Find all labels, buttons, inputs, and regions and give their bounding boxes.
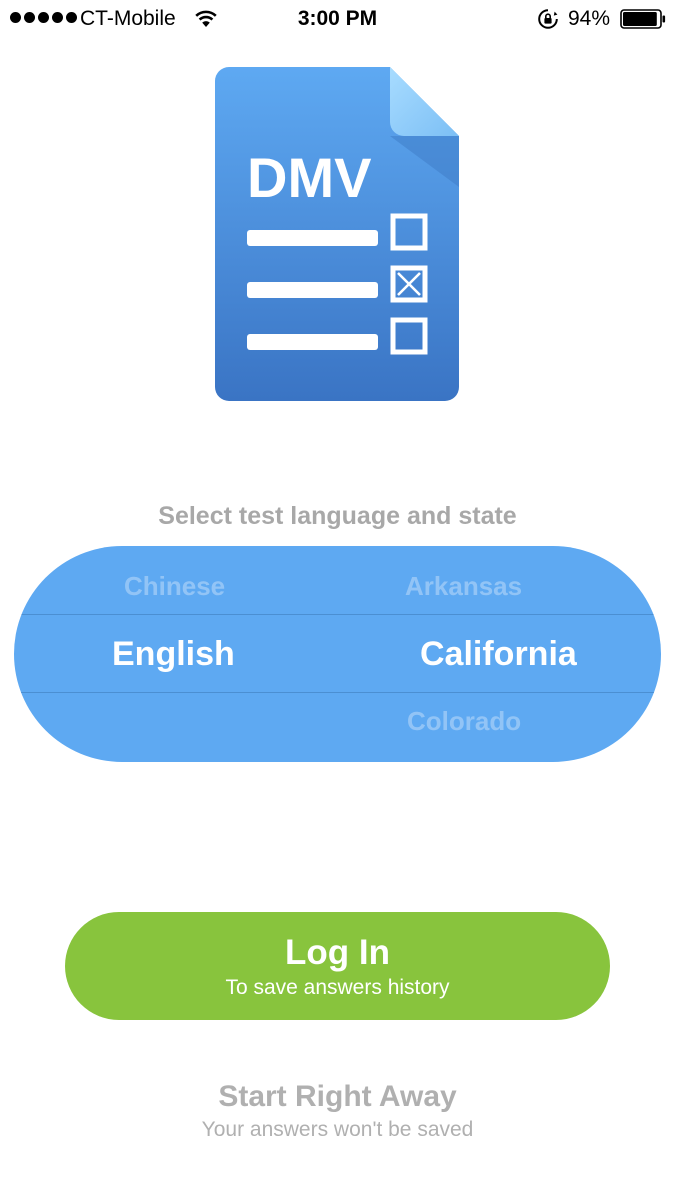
battery-percentage: 94% — [568, 7, 611, 30]
language-option-chinese[interactable]: Chinese — [124, 571, 225, 601]
state-option-selected[interactable]: California — [420, 634, 577, 674]
language-state-picker[interactable]: Chinese English Arkansas California Colo… — [14, 546, 661, 762]
orientation-lock-icon — [538, 9, 558, 29]
logo-text: DMV — [247, 146, 371, 209]
battery-icon — [620, 9, 666, 29]
login-button-subtitle: To save answers history — [225, 976, 450, 999]
language-option-selected[interactable]: English — [112, 634, 235, 674]
start-right-away-button[interactable]: Start Right Away Your answers won't be s… — [137, 1077, 538, 1147]
status-bar: CT-Mobile 3:00 PM 94% — [0, 0, 675, 38]
start-right-away-label: Start Right Away — [218, 1080, 457, 1113]
state-option-colorado[interactable]: Colorado — [407, 706, 521, 736]
login-button-label: Log In — [285, 933, 390, 972]
login-button[interactable]: Log In To save answers history — [65, 912, 610, 1020]
picker-selection-bottom-line — [14, 692, 661, 693]
dmv-app-logo: DMV — [215, 67, 459, 401]
state-option-arkansas[interactable]: Arkansas — [405, 571, 522, 601]
select-prompt: Select test language and state — [158, 502, 517, 530]
start-right-away-subtitle: Your answers won't be saved — [201, 1118, 474, 1141]
picker-selection-top-line — [14, 614, 661, 615]
